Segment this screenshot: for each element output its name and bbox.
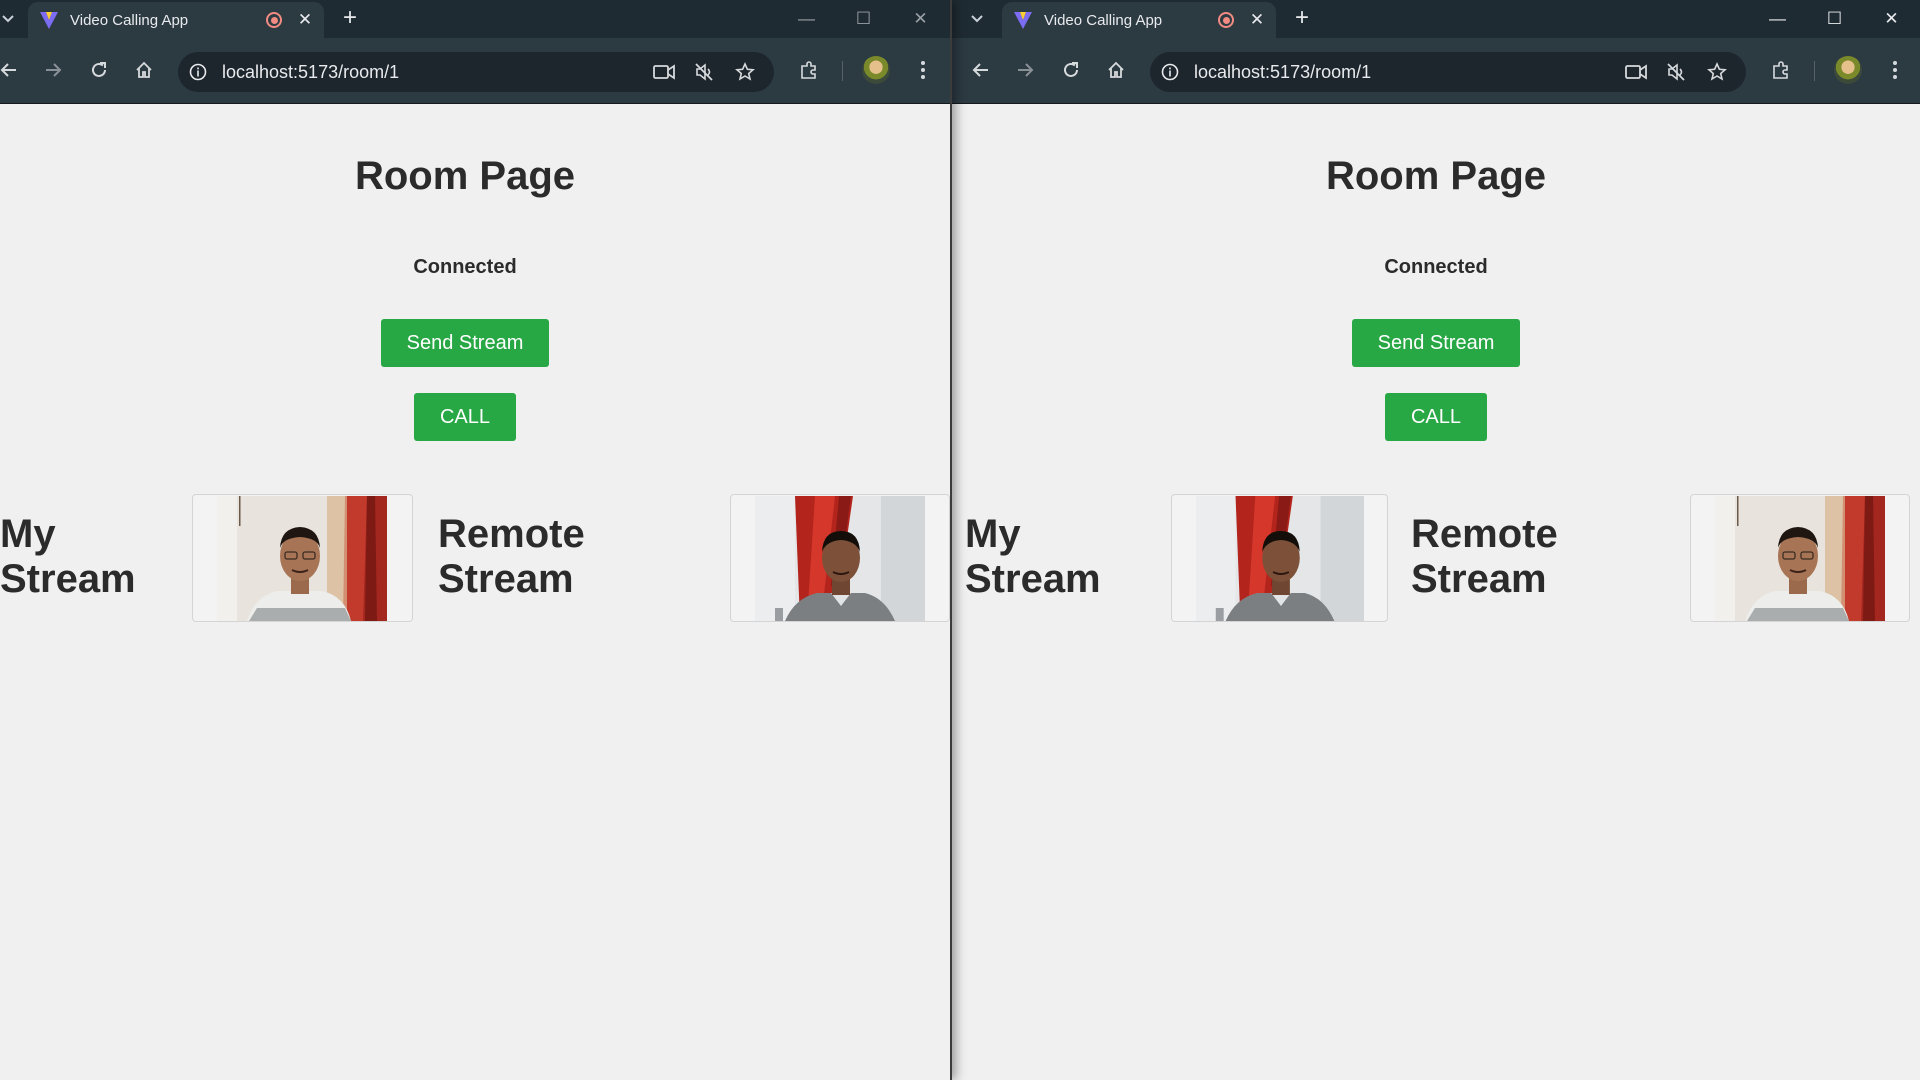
window-controls: — ☐ ✕ xyxy=(778,0,949,38)
site-info-icon[interactable] xyxy=(186,60,210,84)
remote-stream-label: Remote Stream xyxy=(1411,512,1558,601)
reload-icon[interactable] xyxy=(1054,53,1088,87)
camera-icon[interactable] xyxy=(1620,56,1652,88)
minimize-icon[interactable]: — xyxy=(1749,0,1806,38)
recording-icon xyxy=(1218,12,1234,28)
tab-strip: Video Calling App ✕ + — ☐ ✕ xyxy=(952,0,1920,38)
tab-search-icon[interactable] xyxy=(965,6,989,32)
send-stream-button[interactable]: Send Stream xyxy=(381,319,549,367)
url-text: localhost:5173/room/1 xyxy=(222,62,400,82)
browser-window-left: Video Calling App ✕ + — ☐ ✕ localhost:51… xyxy=(0,0,950,1080)
home-icon[interactable] xyxy=(1099,53,1133,87)
minimize-icon[interactable]: — xyxy=(778,0,835,38)
browser-toolbar: localhost:5173/room/1 xyxy=(0,38,950,104)
menu-icon[interactable] xyxy=(1878,53,1912,87)
mic-off-icon[interactable] xyxy=(1660,56,1692,88)
my-stream-video xyxy=(192,494,413,622)
window-divider xyxy=(950,0,952,1080)
tab-search-icon[interactable] xyxy=(0,6,20,32)
room-page: Room Page Connected Send Stream CALL My … xyxy=(0,104,950,1080)
bookmark-star-icon[interactable] xyxy=(729,56,761,88)
close-icon[interactable]: ✕ xyxy=(1248,10,1266,30)
close-icon[interactable]: ✕ xyxy=(296,10,314,30)
forward-icon[interactable] xyxy=(36,53,70,87)
camera-icon[interactable] xyxy=(648,56,680,88)
new-tab-icon[interactable]: + xyxy=(336,5,364,33)
call-button[interactable]: CALL xyxy=(414,393,516,441)
address-bar[interactable]: localhost:5173/room/1 xyxy=(1150,52,1746,92)
tab-video-calling-app[interactable]: Video Calling App ✕ xyxy=(1002,2,1276,38)
extensions-icon[interactable] xyxy=(1764,53,1798,87)
extensions-icon[interactable] xyxy=(792,53,826,87)
back-icon[interactable] xyxy=(0,53,26,87)
tab-strip: Video Calling App ✕ + — ☐ ✕ xyxy=(0,0,950,38)
remote-stream-video xyxy=(730,494,950,622)
my-stream-label: My Stream xyxy=(0,512,136,601)
app-favicon-icon xyxy=(1014,12,1032,29)
new-tab-icon[interactable]: + xyxy=(1288,5,1316,33)
tab-video-calling-app[interactable]: Video Calling App ✕ xyxy=(28,2,324,38)
my-stream-video xyxy=(1171,494,1388,622)
room-page: Room Page Connected Send Stream CALL My … xyxy=(952,104,1920,1080)
browser-toolbar: localhost:5173/room/1 xyxy=(952,38,1920,104)
tab-title: Video Calling App xyxy=(1044,11,1163,29)
window-close-icon[interactable]: ✕ xyxy=(1863,0,1920,38)
bookmark-star-icon[interactable] xyxy=(1701,56,1733,88)
reload-icon[interactable] xyxy=(82,53,116,87)
address-bar[interactable]: localhost:5173/room/1 xyxy=(178,52,774,92)
connection-status: Connected xyxy=(413,256,517,278)
page-title: Room Page xyxy=(1325,154,1547,198)
window-close-icon[interactable]: ✕ xyxy=(892,0,949,38)
menu-icon[interactable] xyxy=(906,53,940,87)
recording-icon xyxy=(266,12,282,28)
site-info-icon[interactable] xyxy=(1158,60,1182,84)
app-favicon-icon xyxy=(40,12,58,29)
window-controls: — ☐ ✕ xyxy=(1749,0,1920,38)
browser-window-right: Video Calling App ✕ + — ☐ ✕ localhost:51… xyxy=(952,0,1920,1080)
remote-stream-label: Remote Stream xyxy=(438,512,585,601)
send-stream-button[interactable]: Send Stream xyxy=(1352,319,1520,367)
forward-icon[interactable] xyxy=(1008,53,1042,87)
home-icon[interactable] xyxy=(127,53,161,87)
profile-avatar[interactable] xyxy=(862,56,890,84)
tab-title: Video Calling App xyxy=(70,11,189,29)
profile-avatar[interactable] xyxy=(1834,56,1862,84)
maximize-icon[interactable]: ☐ xyxy=(1806,0,1863,38)
remote-stream-video xyxy=(1690,494,1910,622)
call-button[interactable]: CALL xyxy=(1385,393,1487,441)
my-stream-label: My Stream xyxy=(965,512,1101,601)
mic-off-icon[interactable] xyxy=(688,56,720,88)
back-icon[interactable] xyxy=(964,53,998,87)
connection-status: Connected xyxy=(1384,256,1488,278)
url-text: localhost:5173/room/1 xyxy=(1194,62,1372,82)
page-title: Room Page xyxy=(354,154,576,198)
maximize-icon[interactable]: ☐ xyxy=(835,0,892,38)
